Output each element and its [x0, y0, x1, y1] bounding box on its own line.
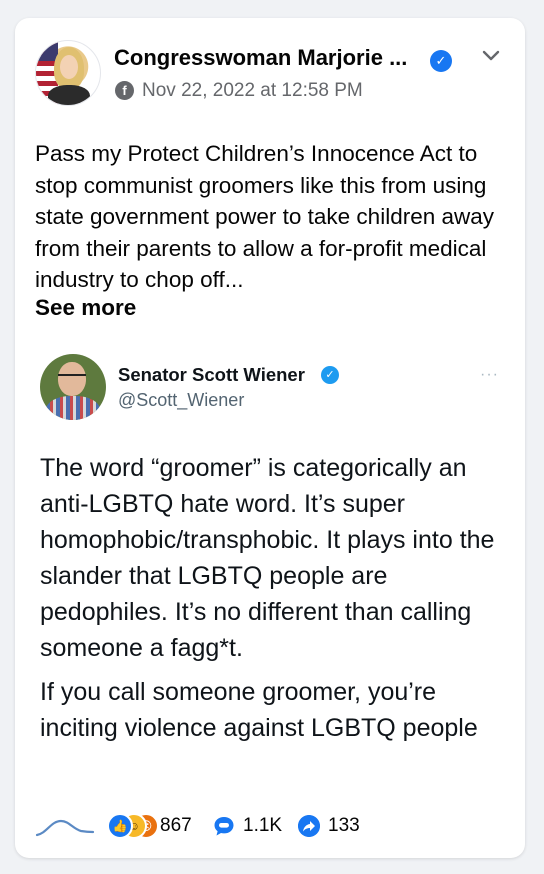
tweet-author-avatar: [40, 354, 106, 420]
tweet-paragraph: The word “groomer” is categorically an a…: [40, 454, 495, 662]
tweet-verified-icon: ✓: [321, 366, 339, 384]
author-avatar[interactable]: [35, 40, 101, 106]
post-card: Congresswoman Marjorie ... ✓ f Nov 22, 2…: [15, 18, 525, 858]
share-count[interactable]: 133: [328, 815, 360, 837]
author-name[interactable]: Congresswoman Marjorie ...: [114, 45, 407, 71]
comment-icon[interactable]: [213, 815, 235, 837]
like-icon: 👍: [107, 813, 133, 839]
comment-count[interactable]: 1.1K: [243, 815, 282, 837]
post-text: Pass my Protect Children’s Innocence Act…: [35, 141, 494, 292]
see-more-link[interactable]: See more: [35, 295, 136, 321]
globe-icon: f: [115, 81, 134, 100]
share-icon[interactable]: [298, 815, 320, 837]
tweet-more-icon: ···: [480, 366, 499, 383]
chevron-down-icon[interactable]: [481, 46, 501, 66]
verified-icon: ✓: [430, 50, 452, 72]
tweet-text: The word “groomer” is categorically an a…: [40, 450, 512, 754]
tweet-author-handle: @Scott_Wiener: [118, 390, 245, 410]
tweet-paragraph: If you call someone groomer, you’re inci…: [40, 678, 478, 742]
trend-sparkline-icon: [35, 819, 95, 837]
reaction-count[interactable]: 867: [160, 815, 192, 837]
tweet-author-name: Senator Scott Wiener: [118, 364, 305, 385]
post-timestamp[interactable]: Nov 22, 2022 at 12:58 PM: [142, 80, 363, 102]
